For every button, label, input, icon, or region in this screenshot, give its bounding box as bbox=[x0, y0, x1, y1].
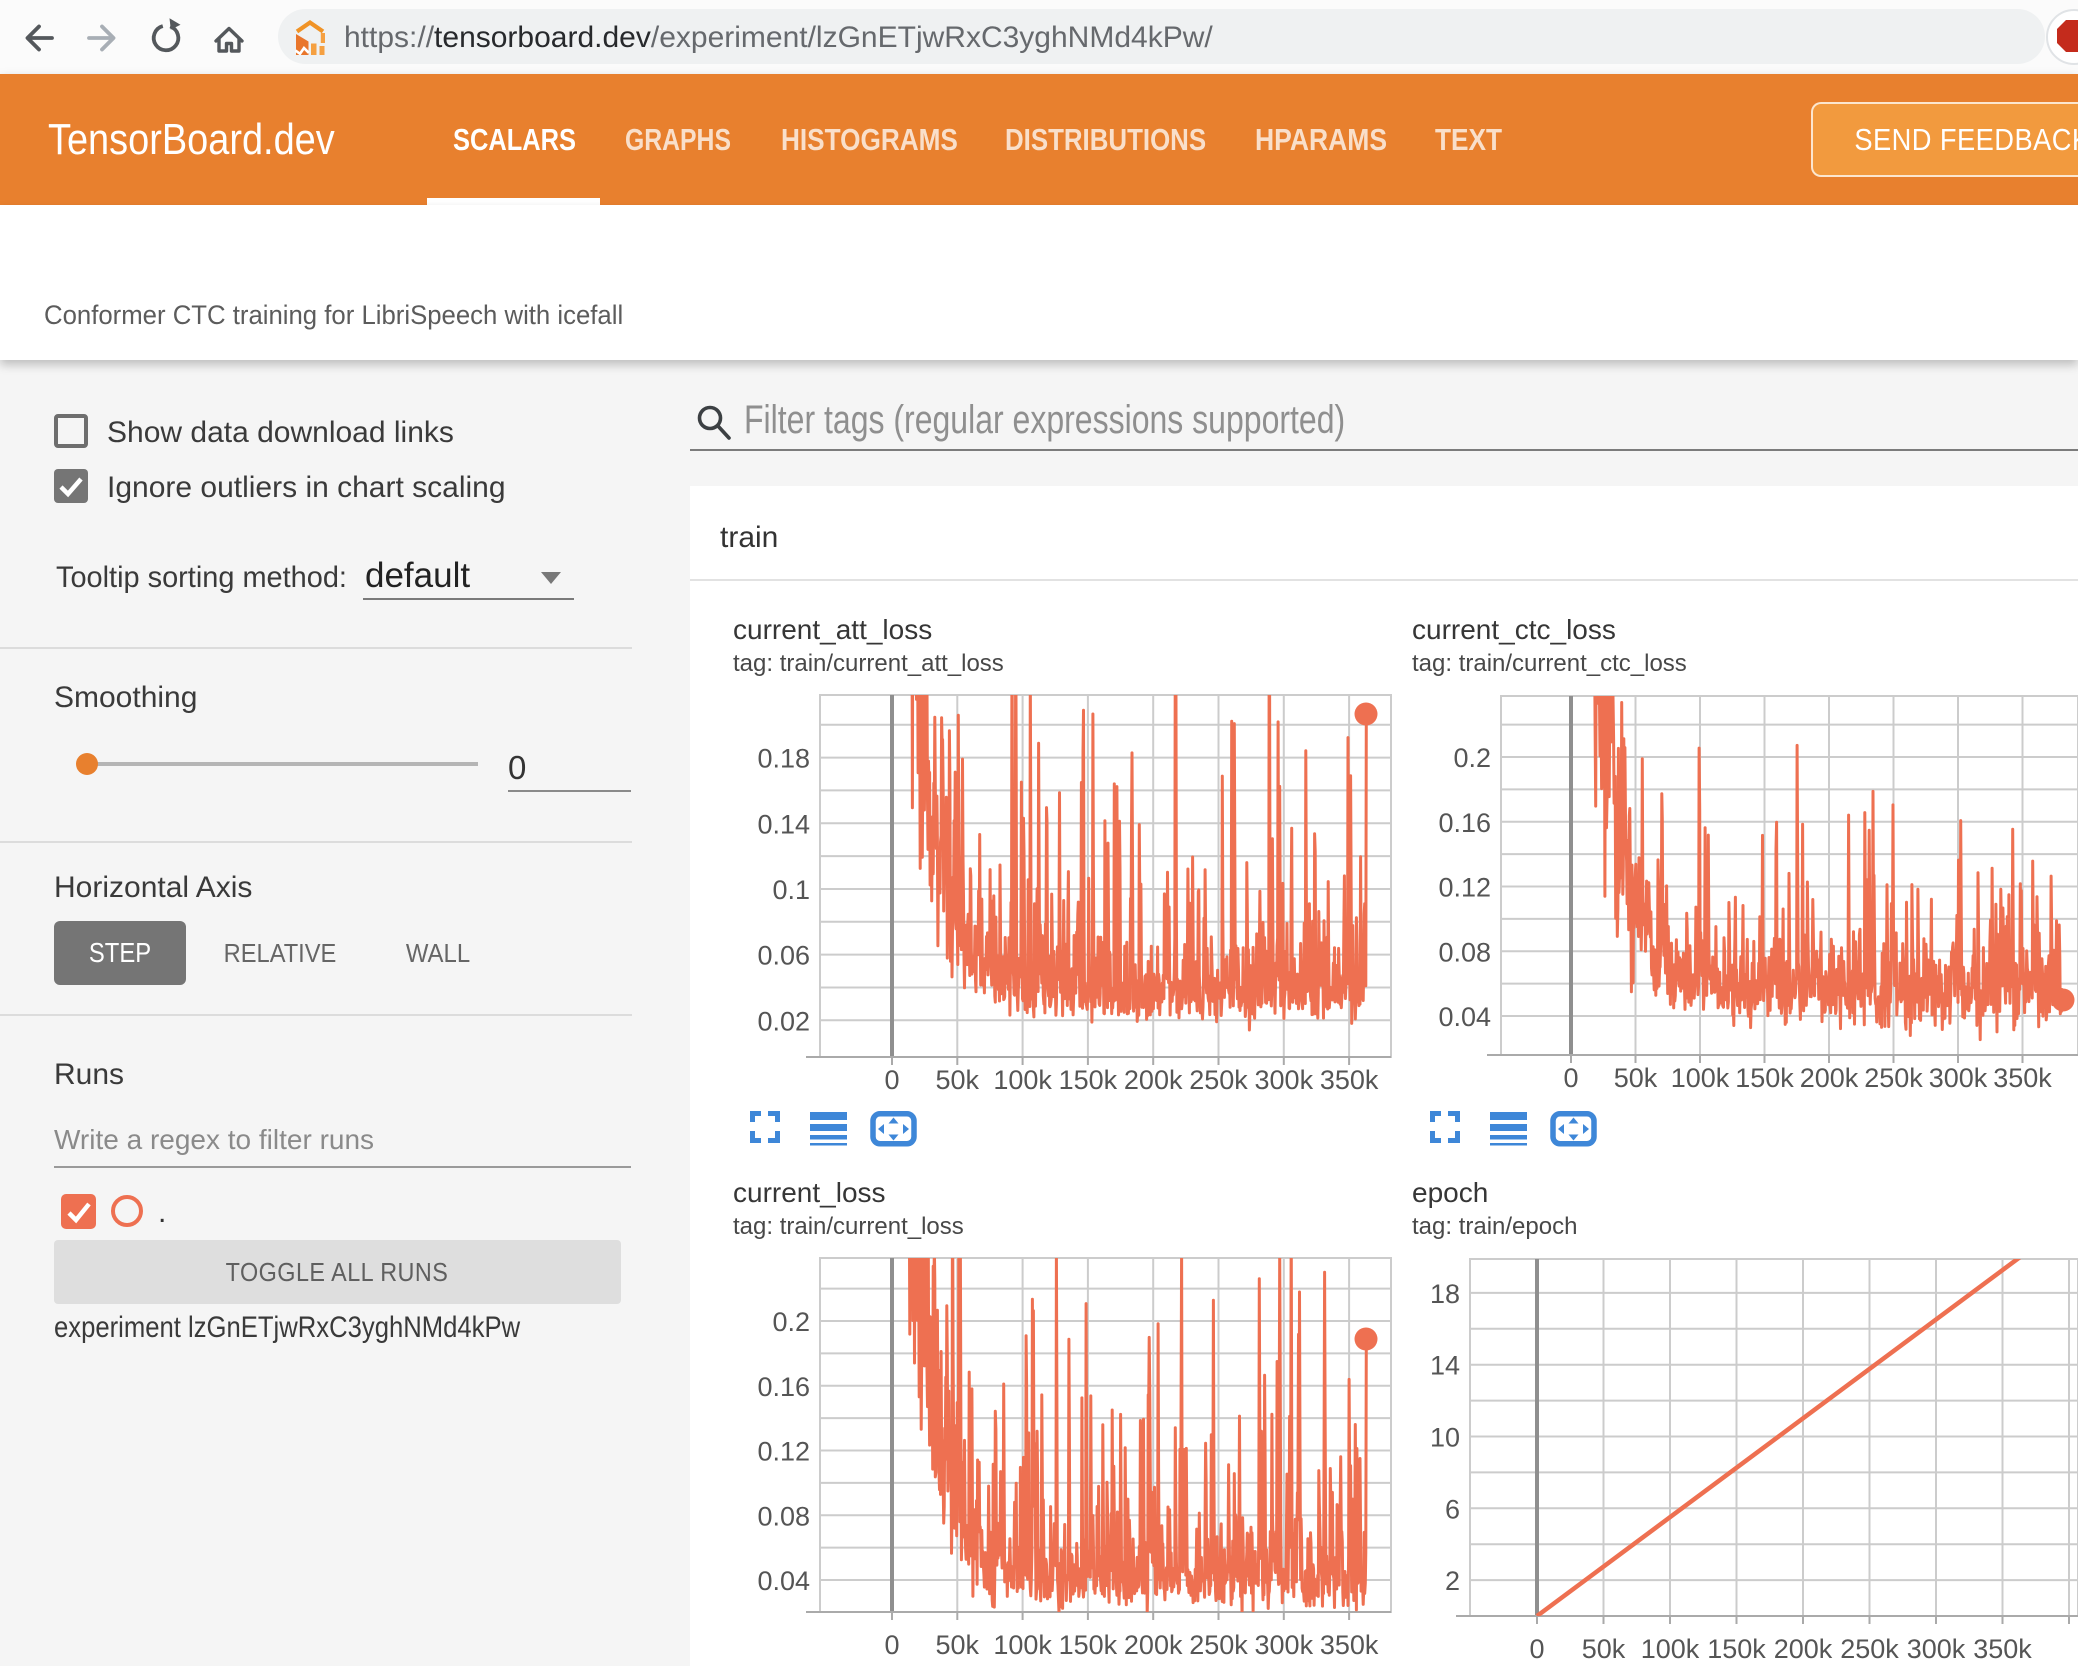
svg-text:300k: 300k bbox=[1929, 1063, 1988, 1093]
svg-text:0.1: 0.1 bbox=[772, 875, 810, 905]
svg-text:6: 6 bbox=[1445, 1494, 1460, 1524]
svg-text:0.12: 0.12 bbox=[757, 1437, 810, 1467]
svg-text:0.08: 0.08 bbox=[757, 1501, 810, 1531]
svg-text:0.06: 0.06 bbox=[757, 941, 810, 971]
svg-text:0.04: 0.04 bbox=[757, 1566, 810, 1596]
svg-text:0.16: 0.16 bbox=[1438, 808, 1491, 838]
svg-text:200k: 200k bbox=[1800, 1063, 1859, 1093]
svg-text:18: 18 bbox=[1430, 1279, 1460, 1309]
svg-text:0: 0 bbox=[1529, 1634, 1544, 1664]
svg-text:10: 10 bbox=[1430, 1423, 1460, 1453]
svg-text:0.18: 0.18 bbox=[757, 744, 810, 774]
svg-text:100k: 100k bbox=[1641, 1634, 1700, 1664]
svg-text:150k: 150k bbox=[1735, 1063, 1794, 1093]
svg-text:150k: 150k bbox=[1707, 1634, 1766, 1664]
svg-text:50k: 50k bbox=[936, 1630, 980, 1660]
svg-text:350k: 350k bbox=[1973, 1634, 2032, 1664]
svg-text:200k: 200k bbox=[1124, 1630, 1183, 1660]
svg-text:0.2: 0.2 bbox=[772, 1307, 810, 1337]
svg-text:200k: 200k bbox=[1124, 1065, 1183, 1095]
svg-text:350k: 350k bbox=[1320, 1630, 1379, 1660]
svg-text:250k: 250k bbox=[1864, 1063, 1923, 1093]
svg-text:0: 0 bbox=[1563, 1063, 1578, 1093]
svg-text:0.12: 0.12 bbox=[1438, 873, 1491, 903]
svg-text:0.02: 0.02 bbox=[757, 1006, 810, 1036]
svg-text:0.16: 0.16 bbox=[757, 1372, 810, 1402]
svg-text:0.04: 0.04 bbox=[1438, 1002, 1491, 1032]
svg-text:14: 14 bbox=[1430, 1351, 1460, 1381]
svg-text:150k: 150k bbox=[1059, 1065, 1118, 1095]
svg-text:200k: 200k bbox=[1774, 1634, 1833, 1664]
svg-text:0.2: 0.2 bbox=[1453, 743, 1491, 773]
svg-text:0: 0 bbox=[884, 1065, 899, 1095]
svg-text:50k: 50k bbox=[1582, 1634, 1626, 1664]
svg-text:250k: 250k bbox=[1189, 1630, 1248, 1660]
svg-text:300k: 300k bbox=[1907, 1634, 1966, 1664]
svg-text:250k: 250k bbox=[1840, 1634, 1899, 1664]
svg-text:100k: 100k bbox=[993, 1065, 1052, 1095]
svg-text:350k: 350k bbox=[1320, 1065, 1379, 1095]
svg-text:50k: 50k bbox=[936, 1065, 980, 1095]
svg-text:0.08: 0.08 bbox=[1438, 937, 1491, 967]
svg-text:300k: 300k bbox=[1255, 1630, 1314, 1660]
svg-text:250k: 250k bbox=[1189, 1065, 1248, 1095]
svg-text:0.14: 0.14 bbox=[757, 809, 810, 839]
svg-text:350k: 350k bbox=[1993, 1063, 2052, 1093]
svg-text:100k: 100k bbox=[1671, 1063, 1730, 1093]
svg-text:2: 2 bbox=[1445, 1566, 1460, 1596]
svg-text:100k: 100k bbox=[993, 1630, 1052, 1660]
svg-text:150k: 150k bbox=[1059, 1630, 1118, 1660]
svg-text:0: 0 bbox=[884, 1630, 899, 1660]
svg-text:300k: 300k bbox=[1255, 1065, 1314, 1095]
svg-text:50k: 50k bbox=[1614, 1063, 1658, 1093]
